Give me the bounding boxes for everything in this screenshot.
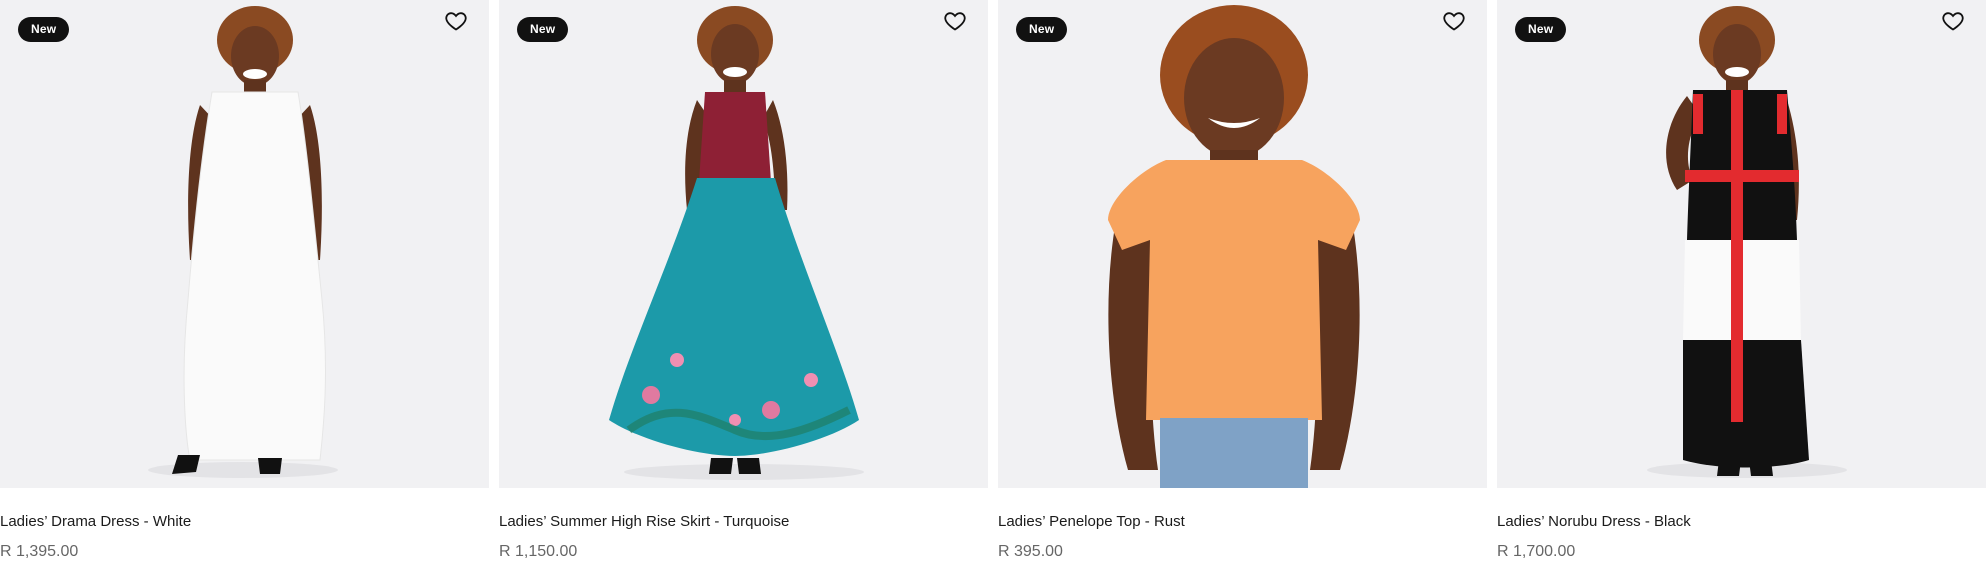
new-badge: New	[517, 17, 569, 42]
product-grid: New Ladies’ Drama Dress - White R 1,395.…	[0, 0, 1986, 562]
heart-outline-icon[interactable]	[943, 9, 967, 33]
product-card[interactable]: New	[998, 0, 1487, 562]
model-photo	[499, 0, 988, 488]
product-image[interactable]: New	[998, 0, 1487, 488]
product-card[interactable]: New	[499, 0, 988, 562]
heart-outline-icon[interactable]	[1442, 9, 1466, 33]
model-photo	[998, 0, 1487, 488]
product-info: Ladies’ Summer High Rise Skirt - Turquoi…	[499, 488, 988, 562]
product-image[interactable]: New	[1497, 0, 1986, 488]
new-badge: New	[18, 17, 70, 42]
product-title[interactable]: Ladies’ Summer High Rise Skirt - Turquoi…	[499, 512, 988, 532]
new-badge: New	[1515, 17, 1567, 42]
model-photo	[0, 0, 489, 488]
product-price: R 1,150.00	[499, 543, 578, 560]
product-price: R 1,700.00	[1497, 543, 1576, 560]
model-photo	[1497, 0, 1986, 488]
product-image[interactable]: New	[499, 0, 988, 488]
heart-outline-icon[interactable]	[1941, 9, 1965, 33]
product-info: Ladies’ Norubu Dress - Black R 1,700.00	[1497, 488, 1986, 562]
product-info: Ladies’ Penelope Top - Rust R 395.00	[998, 488, 1487, 562]
product-title[interactable]: Ladies’ Drama Dress - White	[0, 512, 489, 532]
product-title[interactable]: Ladies’ Norubu Dress - Black	[1497, 512, 1986, 532]
product-card[interactable]: New	[1497, 0, 1986, 562]
product-image[interactable]: New	[0, 0, 489, 488]
product-card[interactable]: New	[0, 0, 489, 562]
product-title[interactable]: Ladies’ Penelope Top - Rust	[998, 512, 1487, 532]
product-info: Ladies’ Drama Dress - White R 1,395.00	[0, 488, 489, 562]
product-price: R 395.00	[998, 543, 1063, 560]
heart-outline-icon[interactable]	[444, 9, 468, 33]
new-badge: New	[1016, 17, 1068, 42]
product-price: R 1,395.00	[0, 543, 79, 560]
